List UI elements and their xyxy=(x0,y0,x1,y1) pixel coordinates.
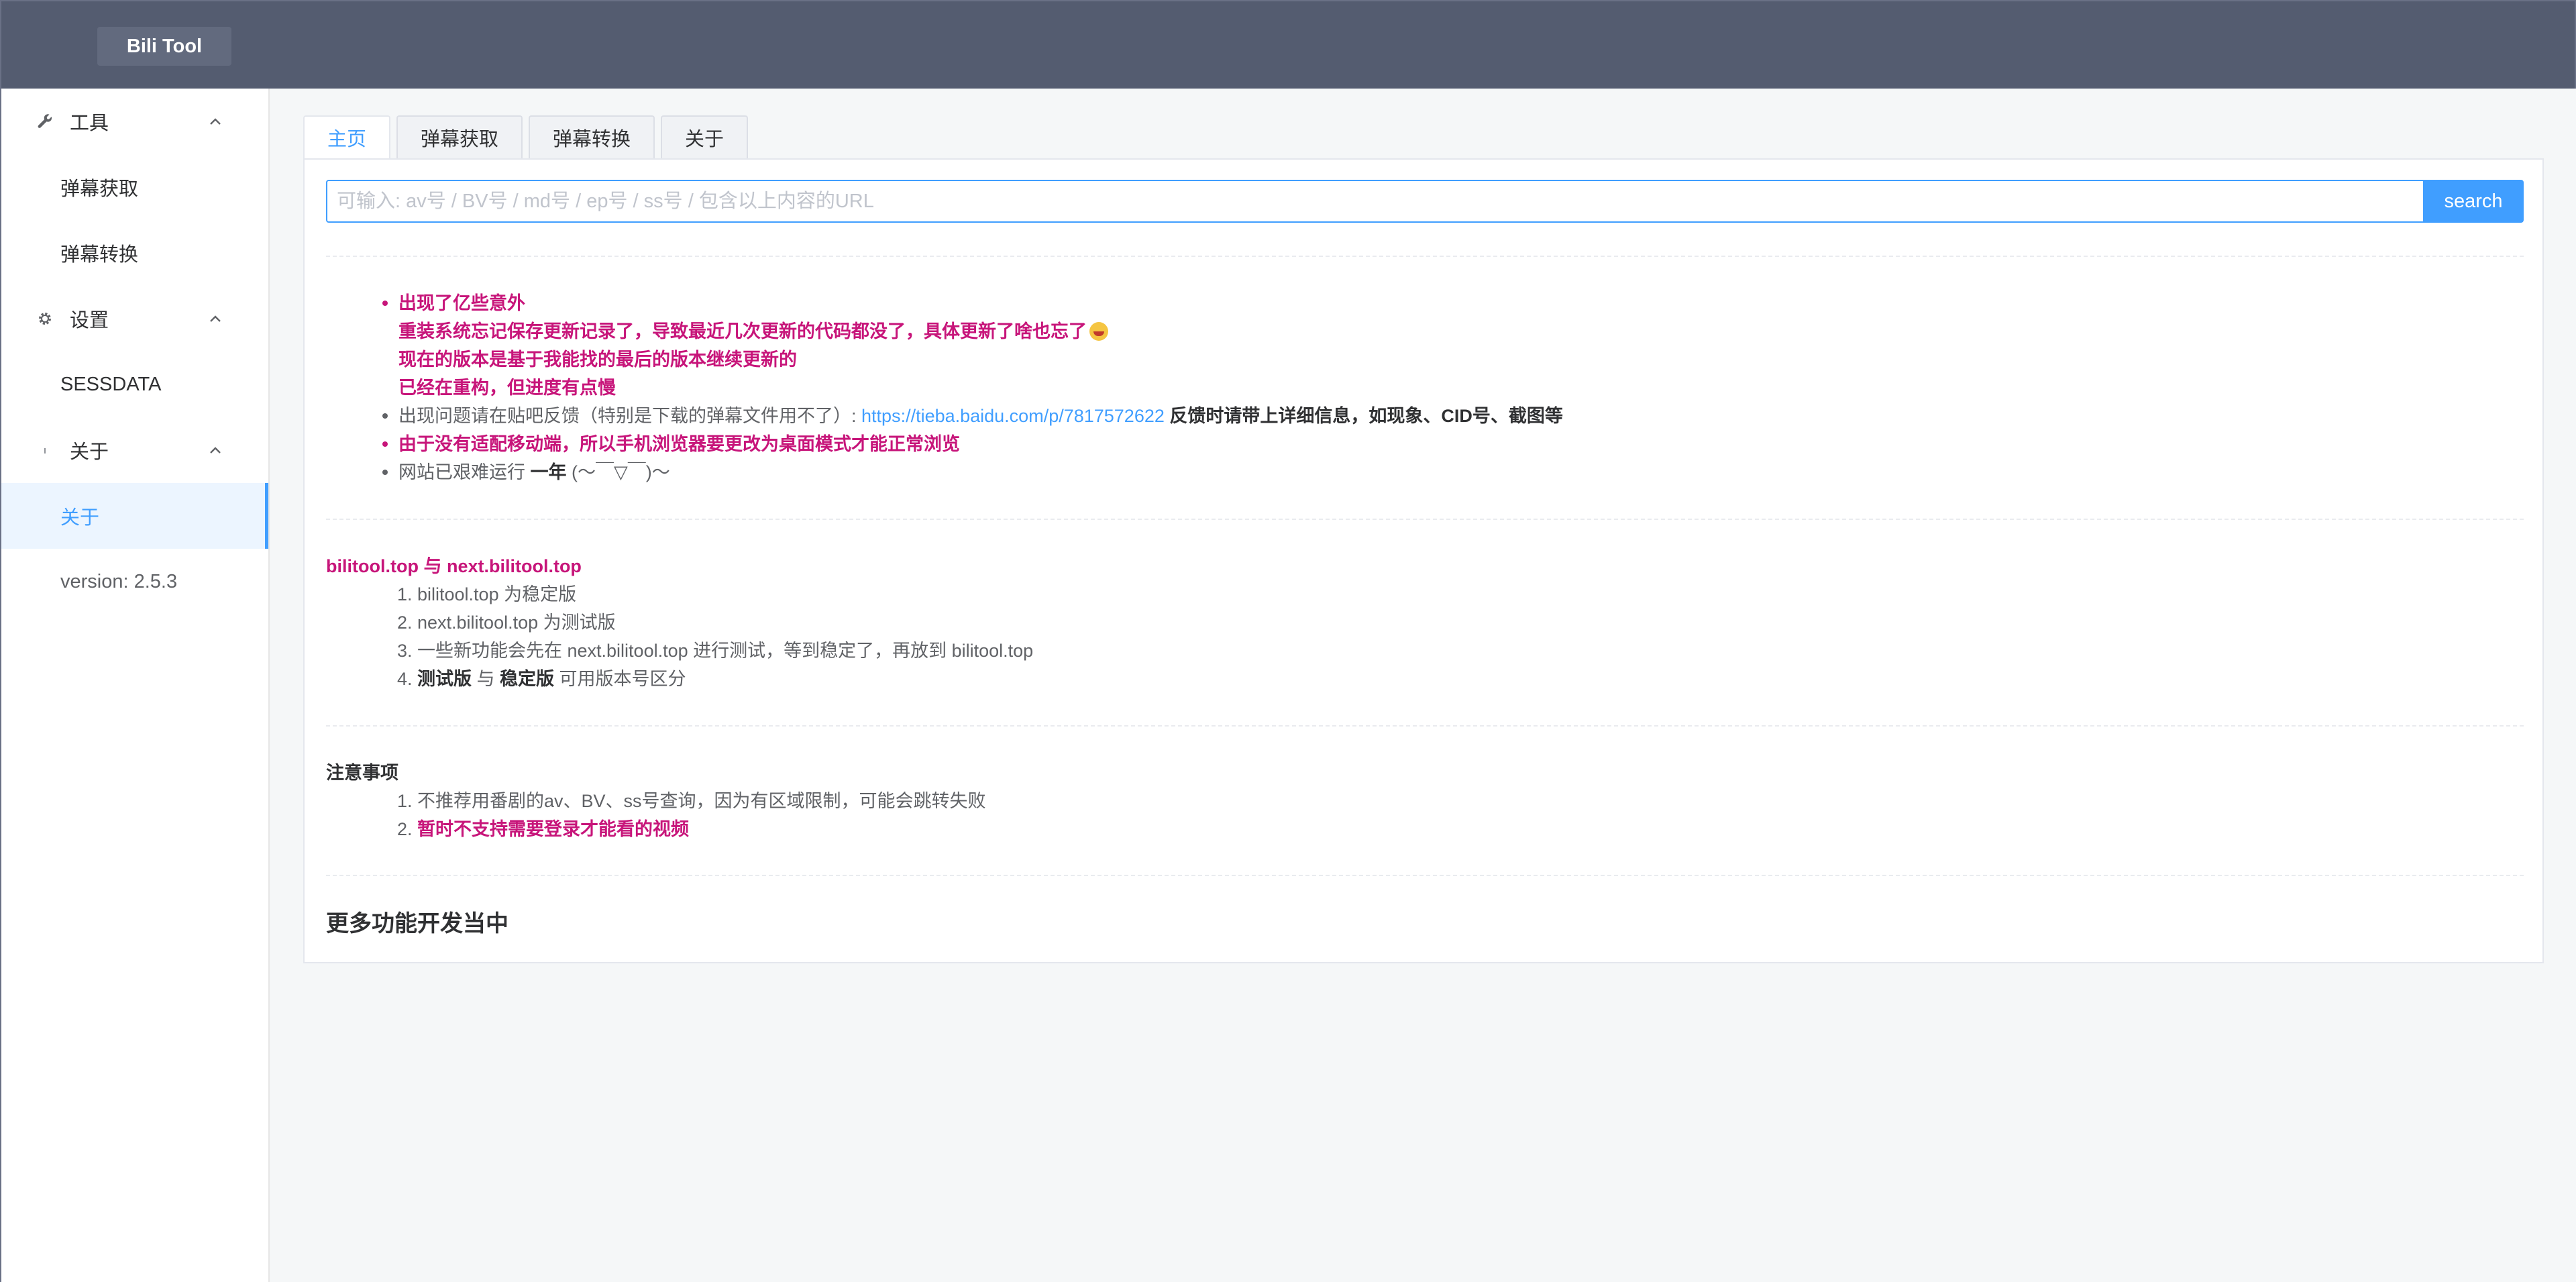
note-text: 网站已艰难运行 xyxy=(398,462,525,482)
versions-section: bilitool.top 与 next.bilitool.top 1. bilit… xyxy=(326,552,2524,693)
sidebar-item-sessdata[interactable]: SESSDATA xyxy=(1,352,268,417)
list-item: 3. 一些新功能会先在 next.bilitool.top 进行测试，等到稳定了，… xyxy=(397,637,2524,665)
notes-section: 出现了亿些意外 重装系统忘记保存更新记录了，导致最近几次更新的代码都没了，具体更… xyxy=(326,289,2524,486)
more-features-title: 更多功能开发当中 xyxy=(326,911,508,937)
list-item: 1. 不推荐用番剧的av、BV、ss号查询，因为有区域限制，可能会跳转失败 xyxy=(397,787,2524,815)
list-number: 1. xyxy=(397,584,413,604)
note-text-line: 重装系统忘记保存更新记录了，导致最近几次更新的代码都没了，具体更新了啥也忘了 xyxy=(398,317,2524,345)
note-text: 由于没有适配移动端，所以手机浏览器要更改为桌面模式才能正常浏览 xyxy=(398,434,960,454)
note-text: 出现问题请在贴吧反馈（特别是下载的弹幕文件用不了）: xyxy=(398,406,857,426)
home-panel: search 出现了亿些意外 重装系统忘记保存更新记录了，导致最近几次更新的代码… xyxy=(303,158,2544,963)
note-text: 现在的版本是基于我能找的最后的版本继续更新的 xyxy=(398,350,797,370)
search-input[interactable] xyxy=(326,180,2423,223)
chevron-up-icon xyxy=(207,113,224,130)
tab-bar: 主页 弹幕获取 弹幕转换 关于 xyxy=(303,115,754,158)
sidebar-item-about[interactable]: 关于 xyxy=(1,483,268,549)
list-text: bilitool.top 为稳定版 xyxy=(417,584,577,604)
list-text: 与 xyxy=(476,669,495,689)
list-text: 可用版本号区分 xyxy=(559,669,686,689)
list-number: 2. xyxy=(397,819,413,839)
list-text: next.bilitool.top 为测试版 xyxy=(417,612,616,633)
chevron-up-icon xyxy=(207,441,224,459)
list-item: 1. bilitool.top 为稳定版 xyxy=(397,580,2524,608)
notice-list: 1. 不推荐用番剧的av、BV、ss号查询，因为有区域限制，可能会跳转失败 2. 暂… xyxy=(326,787,2524,843)
tab-danmaku-fetch[interactable]: 弹幕获取 xyxy=(396,115,523,158)
laughing-emoji-icon xyxy=(1089,322,1108,341)
list-item: 2. next.bilitool.top 为测试版 xyxy=(397,608,2524,637)
list-number: 2. xyxy=(397,612,413,633)
list-text: 一些新功能会先在 next.bilitool.top 进行测试，等到稳定了，再放… xyxy=(417,641,1034,661)
note-text: 出现了亿些意外 xyxy=(398,293,525,313)
list-text: 暂时不支持需要登录才能看的视频 xyxy=(417,819,689,839)
note-text: 已经在重构，但进度有点慢 xyxy=(398,378,616,398)
gear-icon xyxy=(35,309,55,329)
notice-section: 注意事项 1. 不推荐用番剧的av、BV、ss号查询，因为有区域限制，可能会跳转失… xyxy=(326,759,2524,843)
menu-group-label: 工具 xyxy=(70,113,109,134)
menu-group-about[interactable]: 关于 xyxy=(1,417,268,483)
versions-list: 1. bilitool.top 为稳定版 2. next.bilitool.top … xyxy=(326,580,2524,693)
notes-list: 出现了亿些意外 重装系统忘记保存更新记录了，导致最近几次更新的代码都没了，具体更… xyxy=(326,289,2524,486)
sidebar-item-label: 弹幕获取 xyxy=(60,178,139,200)
list-number: 4. xyxy=(397,669,413,689)
list-number: 3. xyxy=(397,641,413,661)
list-item: 出现了亿些意外 重装系统忘记保存更新记录了，导致最近几次更新的代码都没了，具体更… xyxy=(382,289,2524,402)
sidebar-item-label: 关于 xyxy=(60,507,100,529)
sidebar: 工具 弹幕获取 弹幕转换 设置 SESSDATA 关于 关于 version: … xyxy=(1,89,270,1282)
sidebar-item-danmaku-fetch[interactable]: 弹幕获取 xyxy=(1,154,268,220)
wrench-icon xyxy=(35,111,55,131)
divider xyxy=(326,875,2524,876)
note-text: 重装系统忘记保存更新记录了，导致最近几次更新的代码都没了，具体更新了啥也忘了 xyxy=(398,321,1087,341)
info-icon xyxy=(35,440,55,460)
brand-logo[interactable]: Bili Tool xyxy=(97,27,231,66)
list-item: 由于没有适配移动端，所以手机浏览器要更改为桌面模式才能正常浏览 xyxy=(382,430,2524,458)
menu-group-label: 关于 xyxy=(70,441,109,463)
note-text: (〜￣▽￣)〜 xyxy=(572,462,670,482)
version-label: version: 2.5.3 xyxy=(1,549,268,615)
tab-about[interactable]: 关于 xyxy=(661,115,749,158)
list-item: 出现问题请在贴吧反馈（特别是下载的弹幕文件用不了）: https://tieba… xyxy=(382,402,2524,430)
menu-group-settings[interactable]: 设置 xyxy=(1,286,268,352)
tab-danmaku-convert[interactable]: 弹幕转换 xyxy=(529,115,655,158)
top-header: Bili Tool xyxy=(1,1,2575,89)
main-area: 主页 弹幕获取 弹幕转换 关于 search 出现了亿些意外 重装系统忘记保存更… xyxy=(270,89,2576,1282)
sidebar-item-danmaku-convert[interactable]: 弹幕转换 xyxy=(1,220,268,286)
note-bold-text: 一年 xyxy=(530,462,567,482)
list-number: 1. xyxy=(397,791,413,811)
list-bold-text: 测试版 xyxy=(417,669,472,689)
sidebar-item-label: 弹幕转换 xyxy=(60,244,139,266)
tieba-link[interactable]: https://tieba.baidu.com/p/7817572622 xyxy=(861,406,1165,426)
list-bold-text: 稳定版 xyxy=(500,669,555,689)
divider xyxy=(326,725,2524,727)
note-bold-text: 反馈时请带上详细信息，如现象、CID号、截图等 xyxy=(1169,406,1563,426)
version-text: version: 2.5.3 xyxy=(60,570,178,592)
app-window: Bili Tool 工具 弹幕获取 弹幕转换 设置 SESSDATA 关于 关于… xyxy=(0,0,2576,1282)
menu-group-label: 设置 xyxy=(70,310,109,331)
divider xyxy=(326,256,2524,257)
list-item: 2. 暂时不支持需要登录才能看的视频 xyxy=(397,815,2524,843)
search-button[interactable]: search xyxy=(2423,180,2524,223)
menu-group-tools[interactable]: 工具 xyxy=(1,89,268,154)
chevron-up-icon xyxy=(207,310,224,327)
list-item: 网站已艰难运行 一年 (〜￣▽￣)〜 xyxy=(382,458,2524,486)
search-bar: search xyxy=(326,180,2524,223)
list-item: 4. 测试版 与 稳定版 可用版本号区分 xyxy=(397,665,2524,693)
notice-title: 注意事项 xyxy=(326,763,398,783)
list-text: 不推荐用番剧的av、BV、ss号查询，因为有区域限制，可能会跳转失败 xyxy=(417,791,986,811)
tab-home[interactable]: 主页 xyxy=(303,115,391,158)
sidebar-item-label: SESSDATA xyxy=(60,373,162,395)
divider xyxy=(326,519,2524,520)
versions-title: bilitool.top 与 next.bilitool.top xyxy=(326,556,582,576)
